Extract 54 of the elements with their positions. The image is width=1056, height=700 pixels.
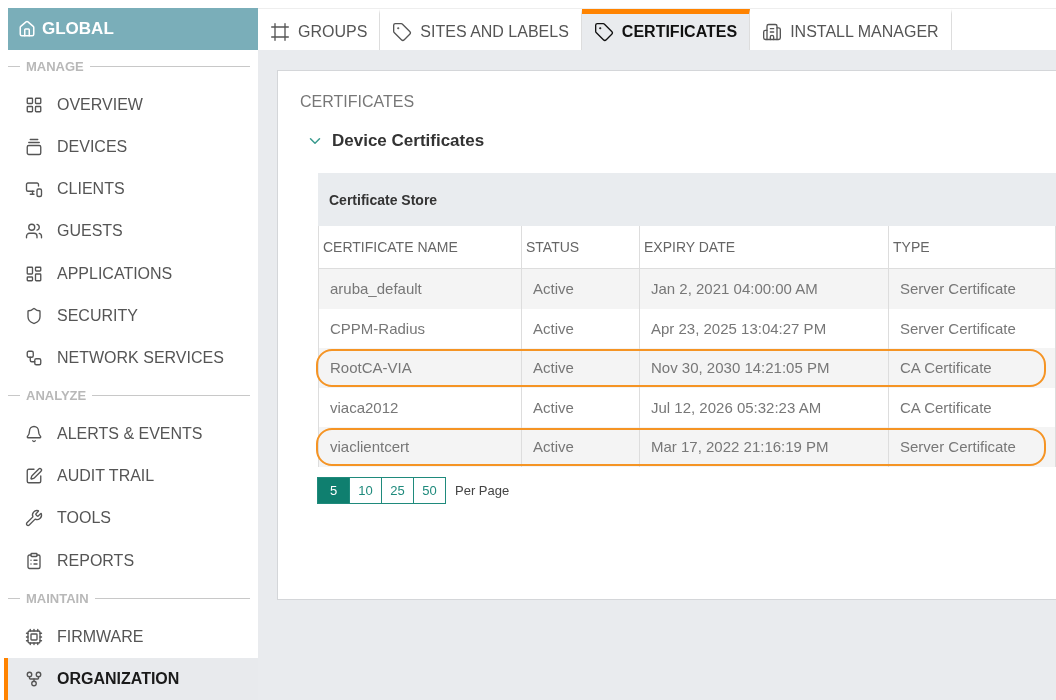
bell-icon (25, 424, 43, 443)
table-cell: Jan 2, 2021 04:00:00 AM (640, 269, 889, 309)
per-page-label: Per Page (455, 482, 510, 498)
table-cell: Nov 30, 2030 14:21:05 PM (640, 348, 889, 388)
tag-icon (392, 22, 413, 42)
shield-icon (25, 306, 43, 325)
devices-icon (25, 137, 43, 156)
global-label: GLOBAL (42, 18, 114, 39)
sidebar-item[interactable]: REPORTS (4, 539, 258, 582)
sidebar-item[interactable]: APPLICATIONS (4, 252, 258, 295)
chip-icon (25, 627, 43, 646)
table-caption: Certificate Store (318, 173, 1056, 226)
section-toggle[interactable]: Device Certificates (306, 131, 1056, 151)
table-cell: Active (522, 348, 640, 388)
section-heading: MAINTAIN (26, 591, 89, 607)
sidebar-item[interactable]: TOOLS (4, 497, 258, 540)
hierarchy-icon (25, 669, 43, 688)
page-size-button[interactable]: 5 (317, 476, 350, 504)
tag-icon (593, 22, 614, 42)
sidebar-item[interactable]: SECURITY (4, 294, 258, 337)
section-heading: MANAGE (26, 59, 84, 75)
section-heading: ANALYZE (26, 388, 87, 404)
table-cell: CA Certificate (889, 348, 1056, 388)
sidebar-item[interactable]: DEVICES (4, 125, 258, 168)
users-icon (25, 222, 43, 241)
sidebar-item[interactable]: AUDIT TRAIL (4, 455, 258, 498)
page-size-button[interactable]: 25 (381, 476, 414, 504)
page-size-button[interactable]: 50 (413, 476, 446, 504)
sidebar-item[interactable]: CLIENTS (4, 167, 258, 211)
clipboard-icon (25, 551, 43, 570)
grid-icon (25, 95, 43, 114)
sidebar-item[interactable]: OVERVIEW (4, 83, 258, 126)
sidebar-item[interactable]: GUESTS (4, 210, 258, 253)
network-icon (25, 348, 43, 367)
home-icon (18, 19, 36, 38)
building-icon (762, 22, 783, 42)
table-cell: aruba_default (319, 269, 522, 309)
table-cell: Mar 17, 2022 21:16:19 PM (640, 427, 889, 467)
table-cell: Active (522, 427, 640, 467)
tab[interactable]: CERTIFICATES (581, 9, 751, 50)
panel-title: CERTIFICATES (300, 93, 415, 110)
sidebar-item[interactable]: ALERTS & EVENTS (4, 412, 258, 456)
sidebar-item[interactable]: FIRMWARE (4, 615, 258, 658)
wrench-icon (25, 509, 43, 528)
table-cell: Server Certificate (889, 427, 1056, 467)
sidebar-item[interactable]: NETWORK SERVICES (4, 336, 258, 380)
page-size-button[interactable]: 10 (349, 476, 382, 504)
table-cell: RootCA-VIA (319, 348, 522, 388)
table-cell: Server Certificate (889, 269, 1056, 309)
table-cell: Active (522, 269, 640, 309)
edit-icon (25, 467, 43, 486)
table-cell: viaclientcert (319, 427, 522, 467)
sidebar-item[interactable]: ORGANIZATION (4, 657, 258, 700)
apps-icon (25, 264, 43, 283)
